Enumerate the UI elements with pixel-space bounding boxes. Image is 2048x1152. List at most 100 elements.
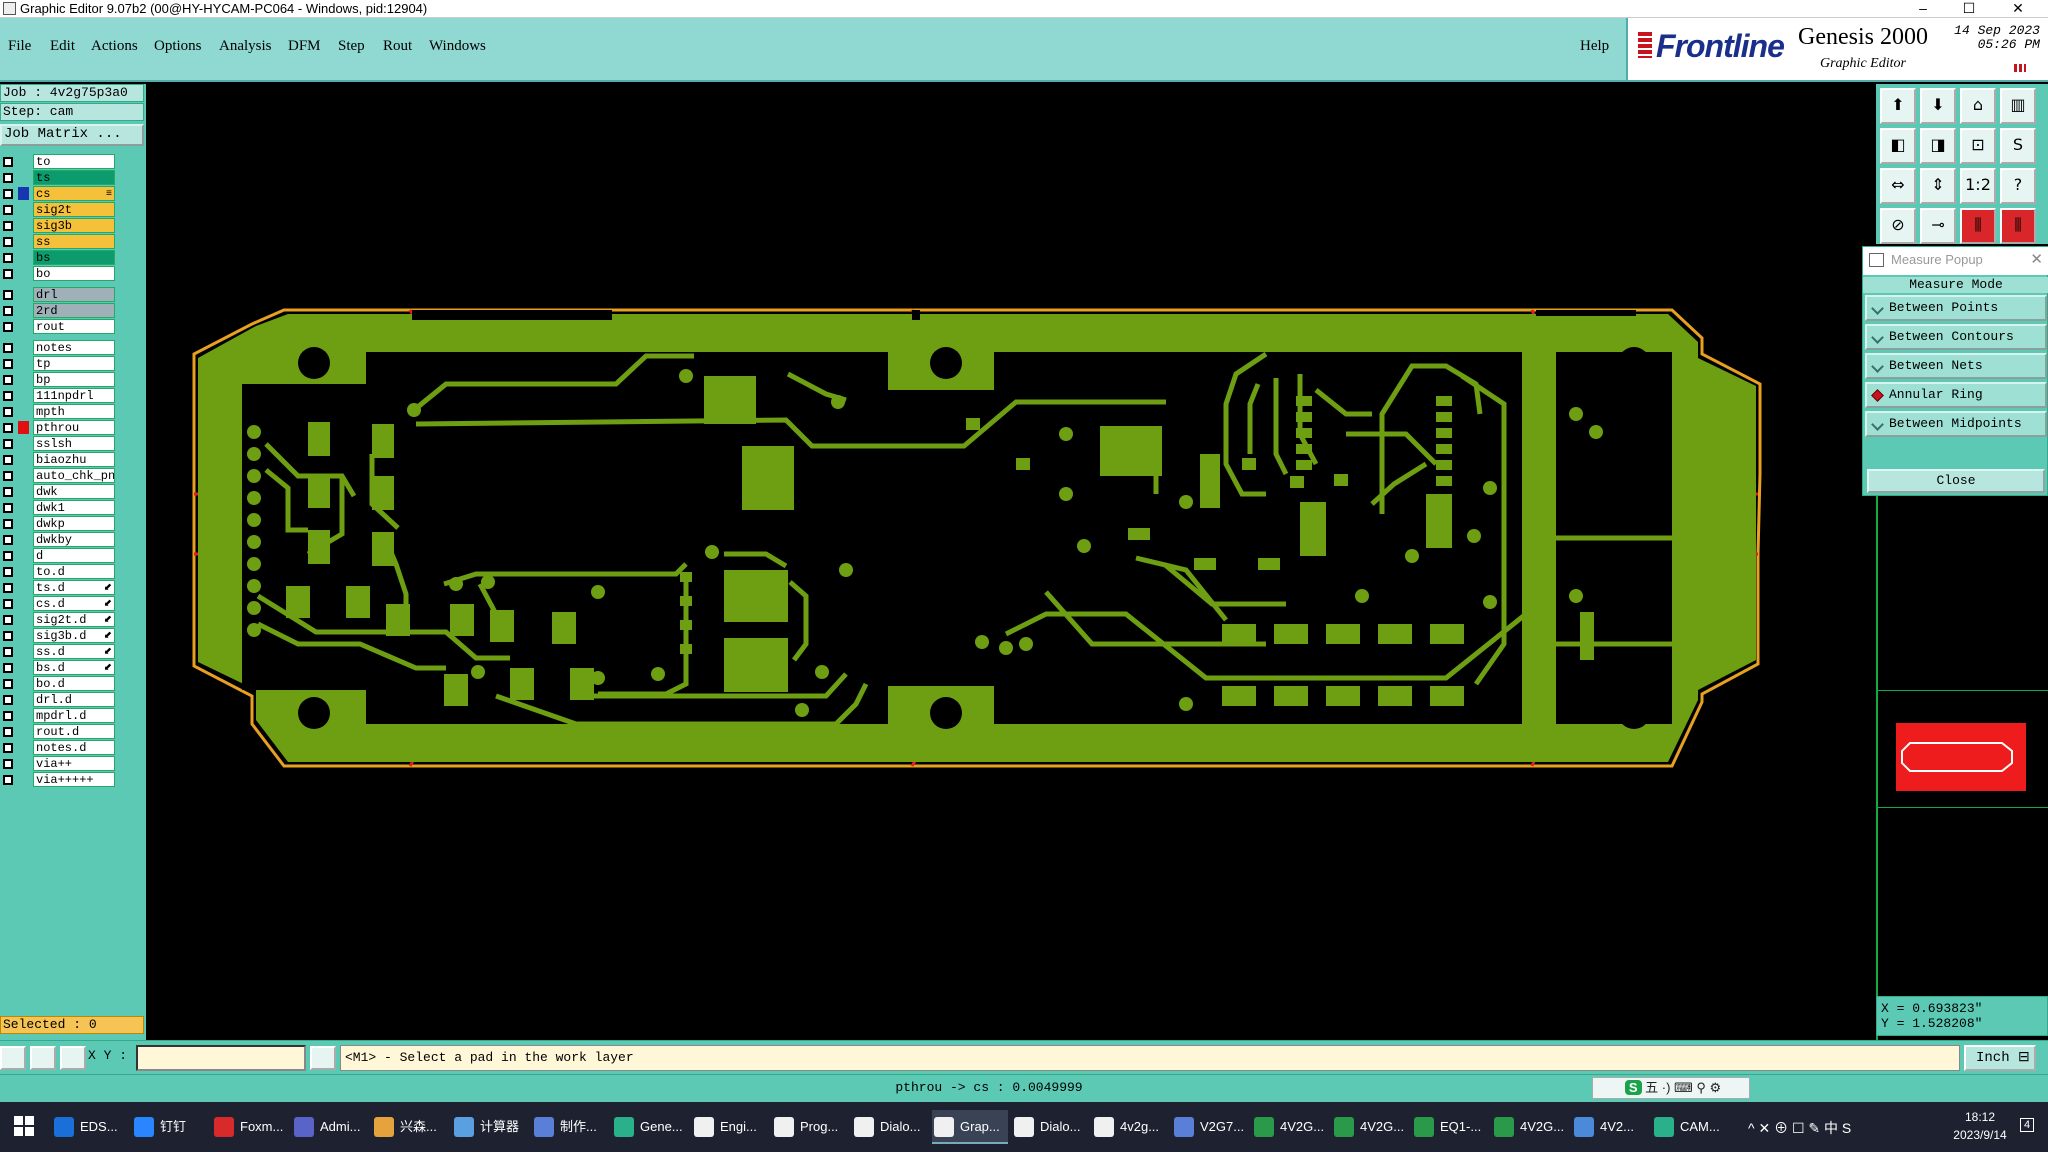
layer-name[interactable]: ss — [33, 234, 115, 249]
taskbar-app[interactable]: 计算器 — [452, 1110, 528, 1144]
taskbar-clock[interactable]: 18:12 2023/9/14 — [1950, 1108, 2010, 1144]
layer-name[interactable]: to.d — [33, 564, 115, 579]
layer-row[interactable]: rout — [0, 319, 118, 334]
layer-row[interactable]: dwk — [0, 484, 118, 499]
help-icon[interactable]: ? — [2000, 168, 2036, 204]
taskbar-app[interactable]: 4v2g... — [1092, 1110, 1168, 1144]
layer-row[interactable]: ss — [0, 234, 118, 249]
menu-windows[interactable]: Windows — [429, 38, 486, 55]
layer-checkbox[interactable] — [3, 322, 13, 332]
layer-name[interactable]: biaozhu — [33, 452, 115, 467]
notification-icon[interactable]: 4 — [2020, 1118, 2035, 1132]
layer-checkbox[interactable] — [3, 423, 13, 433]
menu-file[interactable]: File — [8, 38, 31, 55]
menu-edit[interactable]: Edit — [50, 38, 75, 55]
system-tray[interactable]: ^ ✕ ⊕ ☐ ✎ 中 S — [1748, 1118, 1851, 1138]
measure-icon[interactable] — [30, 1046, 56, 1070]
layer-checkbox[interactable] — [3, 391, 13, 401]
menu-rout[interactable]: Rout — [383, 38, 412, 55]
layer-row[interactable]: 2rd — [0, 303, 118, 318]
layer-row[interactable]: notes.d — [0, 740, 118, 755]
zoom-fit-icon[interactable]: ⬇ — [1920, 88, 1956, 124]
layer-name[interactable]: rout.d — [33, 724, 115, 739]
layer-checkbox[interactable] — [3, 471, 13, 481]
layer-name[interactable]: tp — [33, 356, 115, 371]
layer-row[interactable]: sig2t — [0, 202, 118, 217]
taskbar-app[interactable]: 兴森... — [372, 1110, 448, 1144]
layer-row[interactable]: sig3b — [0, 218, 118, 233]
taskbar-app[interactable]: Dialo... — [852, 1110, 928, 1144]
layer-row[interactable]: bp — [0, 372, 118, 387]
taskbar-app[interactable]: 4V2G... — [1332, 1110, 1408, 1144]
layer-name[interactable]: bs — [33, 250, 115, 265]
cross-icon[interactable]: ⊸ — [1920, 208, 1956, 244]
grid-icon[interactable] — [60, 1046, 86, 1070]
layer-name[interactable]: 2rd — [33, 303, 115, 318]
taskbar-app[interactable]: V2G7... — [1172, 1110, 1248, 1144]
home-icon[interactable]: ⌂ — [1960, 88, 1996, 124]
layer-name[interactable]: via+++++ — [33, 772, 115, 787]
layer-checkbox[interactable] — [3, 253, 13, 263]
pan-left-icon[interactable]: ◧ — [1880, 128, 1916, 164]
layer-checkbox[interactable] — [3, 455, 13, 465]
taskbar-app[interactable]: Admi... — [292, 1110, 368, 1144]
layer-checkbox[interactable] — [3, 306, 13, 316]
layer-checkbox[interactable] — [3, 711, 13, 721]
layer-name[interactable]: auto_chk_pn — [33, 468, 115, 483]
layer-name[interactable]: dwkby — [33, 532, 115, 547]
layer-row[interactable]: dwkp — [0, 516, 118, 531]
layer-row[interactable]: to — [0, 154, 118, 169]
layer-checkbox[interactable] — [3, 679, 13, 689]
fit-height-icon[interactable]: ⇕ — [1920, 168, 1956, 204]
layer-name[interactable]: dwk — [33, 484, 115, 499]
layer-checkbox[interactable] — [3, 375, 13, 385]
taskbar-app[interactable]: 4V2... — [1572, 1110, 1648, 1144]
taskbar-app[interactable]: Foxm... — [212, 1110, 288, 1144]
layer-checkbox[interactable] — [3, 775, 13, 785]
menu-options[interactable]: Options — [154, 38, 202, 55]
layer-row[interactable]: drl.d — [0, 692, 118, 707]
layer-name[interactable]: dwk1 — [33, 500, 115, 515]
layer-name[interactable]: ts — [33, 170, 115, 185]
layer-name[interactable]: sig2t.d ⬋ — [33, 612, 115, 627]
layer-row[interactable]: dwkby — [0, 532, 118, 547]
layer-checkbox[interactable] — [3, 615, 13, 625]
layer-row[interactable]: to.d — [0, 564, 118, 579]
layer-name[interactable]: ts.d ⬋ — [33, 580, 115, 595]
layer-row[interactable]: ss.d ⬋ — [0, 644, 118, 659]
unit-button[interactable]: Inch ⊟ — [1964, 1045, 2036, 1071]
layer-row[interactable]: 111npdrl — [0, 388, 118, 403]
layer-row[interactable]: mpdrl.d — [0, 708, 118, 723]
layer-checkbox[interactable] — [3, 743, 13, 753]
taskbar-app[interactable]: 4V2G... — [1492, 1110, 1568, 1144]
layer-row[interactable]: via++ — [0, 756, 118, 771]
zoom-home-icon[interactable]: ⬆ — [1880, 88, 1916, 124]
taskbar-app[interactable]: Engi... — [692, 1110, 768, 1144]
layer-row[interactable]: sslsh — [0, 436, 118, 451]
menu-dfm[interactable]: DFM — [288, 38, 321, 55]
layer-checkbox[interactable] — [3, 157, 13, 167]
layer-name[interactable]: cs ≡ — [33, 186, 115, 201]
layer-name[interactable]: rout — [33, 319, 115, 334]
layer-checkbox[interactable] — [3, 173, 13, 183]
layer-name[interactable]: bs.d ⬋ — [33, 660, 115, 675]
layer-checkbox[interactable] — [3, 269, 13, 279]
layer-name[interactable]: mpth — [33, 404, 115, 419]
layer-row[interactable]: bs.d ⬋ — [0, 660, 118, 675]
taskbar-app[interactable]: Dialo... — [1012, 1110, 1088, 1144]
layer-name[interactable]: dwkp — [33, 516, 115, 531]
measure-option[interactable]: Between Points — [1865, 295, 2047, 321]
layer-name[interactable]: notes — [33, 340, 115, 355]
layer-name[interactable]: d — [33, 548, 115, 563]
layer-toggle-icon[interactable]: ⫼ — [1960, 208, 1996, 244]
board-minimap[interactable] — [1878, 690, 2048, 808]
layer-checkbox[interactable] — [3, 567, 13, 577]
layer-checkbox[interactable] — [3, 359, 13, 369]
layer-name[interactable]: ss.d ⬋ — [33, 644, 115, 659]
graphic-canvas[interactable] — [146, 84, 1876, 1040]
layer-name[interactable]: sslsh — [33, 436, 115, 451]
layer-row[interactable]: d — [0, 548, 118, 563]
taskbar-app[interactable]: Grap... — [932, 1110, 1008, 1144]
menu-step[interactable]: Step — [338, 38, 365, 55]
layer-row[interactable]: pthrou — [0, 420, 118, 435]
